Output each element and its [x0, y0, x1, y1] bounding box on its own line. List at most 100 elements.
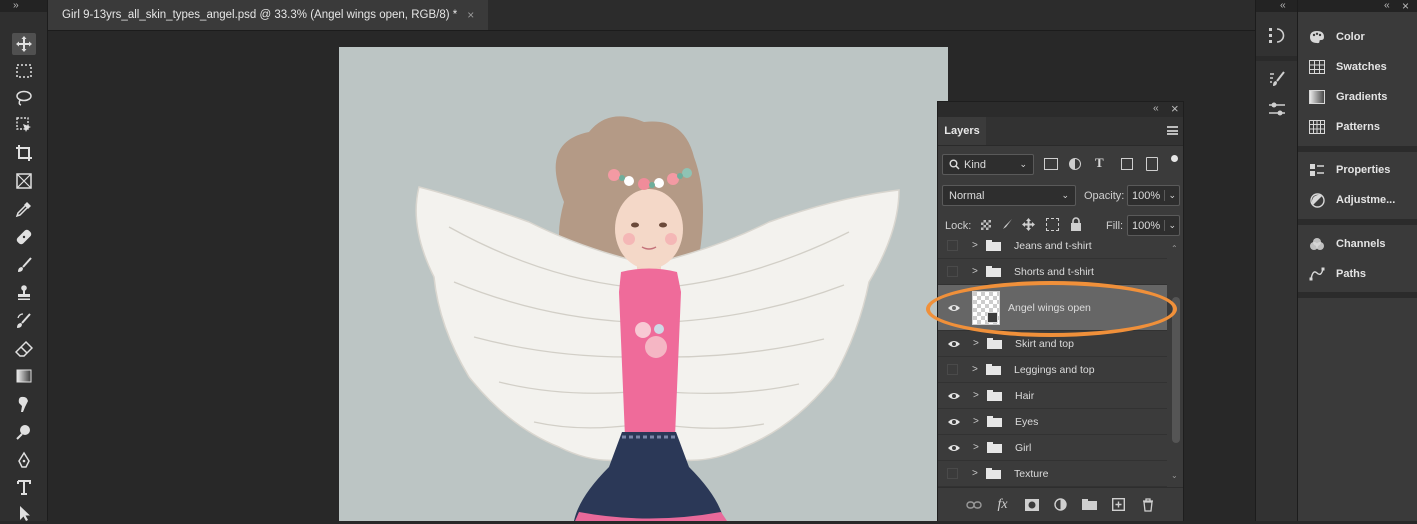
lasso-tool-icon[interactable]	[12, 87, 36, 109]
tab-close-icon[interactable]: ×	[467, 8, 474, 22]
filter-smart-object-icon[interactable]	[1146, 157, 1158, 171]
eyedropper-tool-icon[interactable]	[12, 198, 36, 220]
object-select-tool-icon[interactable]	[12, 114, 36, 136]
adjustment-layer-icon[interactable]	[1053, 497, 1069, 513]
visibility-toggle-off[interactable]	[947, 240, 958, 251]
adjustments-panel-button[interactable]: Adjustme...	[1308, 189, 1395, 211]
filter-shape-icon[interactable]	[1121, 158, 1133, 170]
visibility-toggle-off[interactable]	[947, 266, 958, 277]
chevron-right-icon[interactable]: >	[973, 442, 981, 453]
eraser-tool-icon[interactable]	[12, 338, 36, 360]
lock-image-icon[interactable]	[1001, 218, 1013, 230]
collapse-panel-icon[interactable]: ‹‹	[1153, 103, 1159, 114]
chevron-right-icon[interactable]: >	[973, 390, 981, 401]
panel-menu-icon[interactable]	[1167, 126, 1178, 135]
history-panel-icon[interactable]	[1268, 26, 1286, 46]
move-tool-icon[interactable]	[12, 33, 36, 55]
add-mask-icon[interactable]	[1024, 497, 1040, 513]
patterns-panel-button[interactable]: Patterns	[1308, 116, 1380, 138]
patterns-icon	[1308, 119, 1326, 135]
tab-layers[interactable]: Layers	[938, 117, 986, 145]
layers-tab-strip: Layers	[938, 117, 1183, 146]
eye-icon[interactable]	[947, 443, 961, 453]
visibility-toggle-off[interactable]	[947, 364, 958, 375]
scroll-up-icon[interactable]: ⌃	[1171, 244, 1178, 253]
chevron-right-icon[interactable]: >	[972, 240, 980, 251]
chevron-right-icon[interactable]: >	[972, 266, 980, 277]
blend-mode-select[interactable]: Normal ⌄	[942, 185, 1076, 206]
stamp-tool-icon[interactable]	[12, 282, 36, 304]
crop-tool-icon[interactable]	[12, 142, 36, 164]
collapse-dock-icon[interactable]: ‹‹	[1384, 0, 1390, 11]
layer-row[interactable]: > Eyes	[938, 409, 1167, 435]
fill-field[interactable]: 100% ⌄	[1127, 215, 1180, 236]
eye-icon[interactable]	[947, 339, 961, 349]
lock-artboard-icon[interactable]	[1046, 218, 1059, 231]
filter-toggle-icon[interactable]	[1171, 155, 1178, 162]
swatches-grid-icon	[1308, 59, 1326, 75]
dodge-tool-icon[interactable]	[12, 421, 36, 443]
gradient-tool-icon[interactable]	[12, 365, 36, 387]
healing-brush-icon[interactable]	[12, 226, 36, 248]
paths-panel-button[interactable]: Paths	[1308, 263, 1366, 285]
visibility-toggle-off[interactable]	[947, 468, 958, 479]
eye-icon[interactable]	[947, 417, 961, 427]
layer-row[interactable]: > Hair	[938, 383, 1167, 409]
history-brush-icon[interactable]	[12, 310, 36, 332]
gradients-panel-button[interactable]: Gradients	[1308, 86, 1387, 108]
eye-icon[interactable]	[947, 391, 961, 401]
channels-icon	[1308, 236, 1326, 252]
close-dock-icon[interactable]: ×	[1402, 0, 1409, 13]
layer-row[interactable]: > Texture	[938, 461, 1167, 487]
pen-tool-icon[interactable]	[12, 449, 36, 471]
expand-tools-icon[interactable]: ››	[13, 0, 19, 11]
color-panel-label: Color	[1336, 31, 1365, 43]
filter-adjustment-icon[interactable]	[1069, 158, 1081, 170]
swatches-panel-button[interactable]: Swatches	[1308, 56, 1387, 78]
collapse-dock-icon[interactable]: ‹‹	[1280, 0, 1286, 11]
marquee-tool-icon[interactable]	[12, 60, 36, 82]
layer-row[interactable]: > Girl	[938, 435, 1167, 461]
chevron-right-icon[interactable]: >	[973, 338, 981, 349]
chevron-right-icon[interactable]: >	[973, 416, 981, 427]
scroll-down-icon[interactable]: ⌄	[1171, 471, 1178, 480]
lock-position-icon[interactable]	[1022, 218, 1035, 231]
layer-row[interactable]: > Shorts and t-shirt	[938, 259, 1167, 285]
adjustments-icon	[1308, 192, 1326, 208]
opacity-field[interactable]: 100% ⌄	[1127, 185, 1180, 206]
layers-scrollbar[interactable]: ⌃ ⌄	[1169, 237, 1183, 487]
layer-row[interactable]: > Skirt and top	[938, 331, 1167, 357]
layer-row[interactable]: > Jeans and t-shirt	[938, 237, 1167, 259]
smudge-tool-icon[interactable]	[12, 393, 36, 415]
color-panel-button[interactable]: Color	[1308, 26, 1365, 48]
filter-type-icon[interactable]: T	[1095, 155, 1104, 171]
frame-tool-icon[interactable]	[12, 170, 36, 192]
filter-kind-select[interactable]: Kind ⌄	[942, 154, 1034, 175]
type-tool-icon[interactable]	[12, 476, 36, 498]
lock-transparent-icon[interactable]	[981, 220, 991, 230]
new-layer-icon[interactable]	[1111, 497, 1127, 513]
panel-dock: ‹‹ × Color Swatches Gradients Patterns P…	[1297, 0, 1417, 521]
eye-icon[interactable]	[947, 303, 961, 313]
document-tab[interactable]: Girl 9-13yrs_all_skin_types_angel.psd @ …	[48, 0, 488, 30]
brush-tool-icon[interactable]	[12, 254, 36, 276]
scrollbar-thumb[interactable]	[1172, 297, 1180, 443]
layer-row[interactable]: > Leggings and top	[938, 357, 1167, 383]
lock-all-icon[interactable]	[1070, 217, 1082, 231]
layer-row-selected[interactable]: Angel wings open	[938, 285, 1167, 331]
trash-icon[interactable]	[1140, 497, 1156, 513]
chevron-right-icon[interactable]: >	[972, 364, 980, 375]
properties-panel-label: Properties	[1336, 164, 1391, 176]
properties-panel-button[interactable]: Properties	[1308, 159, 1390, 181]
filter-pixel-icon[interactable]	[1044, 158, 1058, 170]
tool-presets-icon[interactable]	[1268, 100, 1286, 118]
close-panel-icon[interactable]: ×	[1171, 101, 1179, 116]
fx-icon[interactable]: fx	[995, 497, 1011, 513]
chevron-right-icon[interactable]: >	[972, 468, 980, 479]
new-group-icon[interactable]	[1082, 497, 1098, 513]
channels-panel-button[interactable]: Channels	[1308, 233, 1386, 255]
link-layers-icon[interactable]	[965, 497, 982, 513]
brush-settings-icon[interactable]	[1268, 70, 1286, 88]
layer-thumbnail[interactable]	[972, 290, 1000, 325]
canvas-artwork[interactable]	[339, 47, 948, 521]
